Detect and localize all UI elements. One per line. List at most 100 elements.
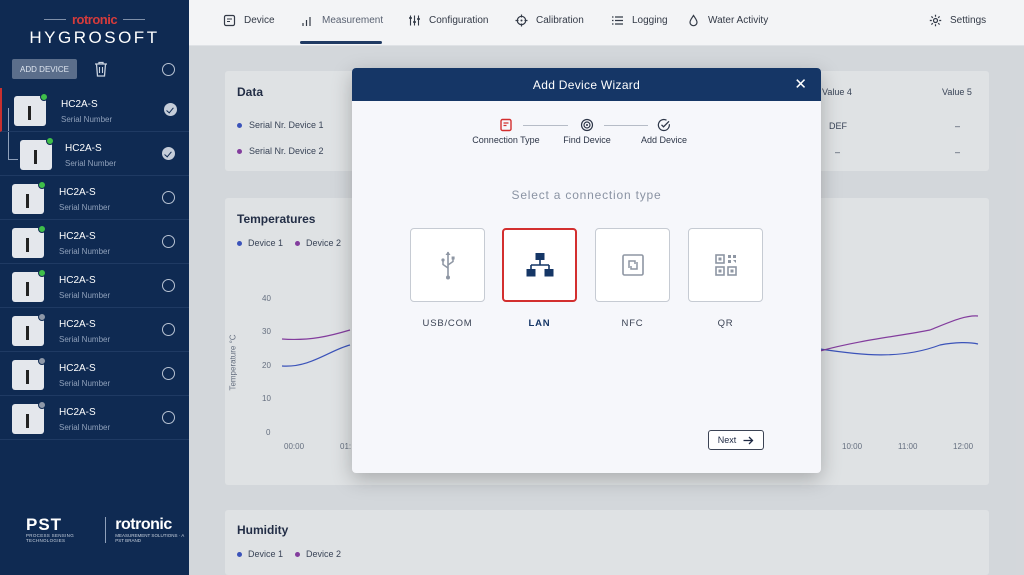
device-item[interactable]: HC2A-S Serial Number xyxy=(0,88,189,132)
status-dot xyxy=(46,137,54,145)
close-button[interactable]: ✕ xyxy=(794,76,807,92)
qr-icon xyxy=(714,254,737,276)
device-thumbnail xyxy=(12,357,46,390)
device-checkbox[interactable] xyxy=(162,411,175,424)
measurement-icon xyxy=(302,17,311,26)
device-item[interactable]: HC2A-S Serial Number xyxy=(0,352,189,396)
option-lan[interactable] xyxy=(502,228,577,302)
check-circle-icon xyxy=(657,119,670,132)
option-label: QR xyxy=(717,318,734,329)
device-serial: Serial Number xyxy=(59,423,111,432)
brand-top: rotronic xyxy=(71,12,118,27)
tab-label: Device xyxy=(244,15,275,26)
footer-logos: PST PROCESS SENSING TECHNOLOGIES rotroni… xyxy=(26,515,189,543)
step-add-device: Add Device xyxy=(624,118,704,145)
device-item[interactable]: HC2A-S Serial Number xyxy=(0,308,189,352)
status-dot xyxy=(40,93,48,101)
device-name: HC2A-S xyxy=(59,407,96,418)
tab-measurement[interactable]: Measurement xyxy=(301,14,383,27)
tab-label: Water Activity xyxy=(708,15,769,26)
tab-label: Configuration xyxy=(429,15,489,26)
target-icon xyxy=(580,118,594,132)
device-checkbox[interactable] xyxy=(162,367,175,380)
tab-label: Logging xyxy=(632,15,668,26)
brand-logo: rotronic HYGROSOFT xyxy=(0,12,189,48)
device-item[interactable]: HC2A-S Serial Number xyxy=(0,264,189,308)
device-serial: Serial Number xyxy=(59,379,111,388)
device-checkbox[interactable] xyxy=(162,191,175,204)
device-name: HC2A-S xyxy=(59,319,96,330)
step-label: Connection Type xyxy=(472,135,540,145)
next-label: Next xyxy=(717,435,737,445)
active-tab-indicator xyxy=(300,41,382,44)
tab-label: Calibration xyxy=(536,15,584,26)
modal-header: Add Device Wizard ✕ xyxy=(352,68,821,101)
sidebar: rotronic HYGROSOFT ADD DEVICE HC2A-S Ser… xyxy=(0,0,189,575)
arrow-right-icon xyxy=(743,436,754,444)
tab-label: Measurement xyxy=(322,15,384,26)
next-button[interactable]: Next xyxy=(708,430,764,450)
tab-water-activity[interactable]: Water Activity xyxy=(687,14,768,27)
status-dot xyxy=(38,225,46,233)
device-thumbnail xyxy=(12,401,46,434)
device-checkbox[interactable] xyxy=(162,235,175,248)
gear-icon xyxy=(929,14,942,27)
select-all-checkbox[interactable] xyxy=(162,63,175,76)
list-icon xyxy=(612,16,623,25)
device-name: HC2A-S xyxy=(65,143,102,154)
device-item[interactable]: HC2A-S Serial Number xyxy=(0,396,189,440)
device-list: HC2A-S Serial Number HC2A-S Serial Numbe… xyxy=(0,88,189,440)
status-dot xyxy=(38,181,46,189)
device-name: HC2A-S xyxy=(59,275,96,286)
device-checkbox[interactable] xyxy=(162,279,175,292)
option-label: LAN xyxy=(528,318,551,329)
lan-icon xyxy=(526,253,553,277)
nfc-icon xyxy=(621,254,644,276)
device-thumbnail xyxy=(12,313,46,346)
device-serial: Serial Number xyxy=(65,159,117,168)
device-icon xyxy=(223,14,236,27)
device-serial: Serial Number xyxy=(59,291,111,300)
status-dot xyxy=(38,357,46,365)
settings-button[interactable]: Settings xyxy=(929,14,986,27)
device-item[interactable]: HC2A-S Serial Number xyxy=(0,220,189,264)
pst-logo: PST PROCESS SENSING TECHNOLOGIES xyxy=(26,515,75,543)
connection-type-icon xyxy=(500,118,512,132)
top-navigation: Device Measurement Configuration Calibra… xyxy=(189,0,1024,46)
device-checkbox[interactable] xyxy=(164,103,177,116)
connection-prompt: Select a connection type xyxy=(511,188,662,202)
device-checkbox[interactable] xyxy=(162,147,175,160)
crosshair-icon xyxy=(515,14,528,27)
step-label: Find Device xyxy=(563,135,611,145)
device-name: HC2A-S xyxy=(59,187,96,198)
option-label: USB/COM xyxy=(422,318,473,329)
device-thumbnail xyxy=(12,269,46,302)
device-serial: Serial Number xyxy=(59,335,111,344)
status-dot xyxy=(38,401,46,409)
device-item[interactable]: HC2A-S Serial Number xyxy=(0,132,189,176)
option-usb-com[interactable] xyxy=(410,228,485,302)
add-device-wizard: Add Device Wizard ✕ Connection Type Find… xyxy=(352,68,821,473)
tab-device[interactable]: Device xyxy=(223,14,275,27)
status-dot xyxy=(38,269,46,277)
step-label: Add Device xyxy=(640,135,688,145)
option-qr[interactable] xyxy=(688,228,763,302)
tab-calibration[interactable]: Calibration xyxy=(515,14,584,27)
tab-configuration[interactable]: Configuration xyxy=(408,14,488,27)
usb-icon xyxy=(440,251,455,280)
device-thumbnail xyxy=(12,225,46,258)
sliders-icon xyxy=(409,15,420,26)
brand-main: HYGROSOFT xyxy=(29,28,160,47)
device-checkbox[interactable] xyxy=(162,323,175,336)
option-nfc[interactable] xyxy=(595,228,670,302)
add-device-button[interactable]: ADD DEVICE xyxy=(12,59,77,79)
tab-logging[interactable]: Logging xyxy=(611,14,668,27)
device-serial: Serial Number xyxy=(61,115,113,124)
device-serial: Serial Number xyxy=(59,247,111,256)
device-item[interactable]: HC2A-S Serial Number xyxy=(0,176,189,220)
option-label: NFC xyxy=(621,318,644,329)
device-serial: Serial Number xyxy=(59,203,111,212)
status-dot xyxy=(38,313,46,321)
trash-icon[interactable] xyxy=(94,61,108,77)
device-thumbnail xyxy=(12,181,46,214)
